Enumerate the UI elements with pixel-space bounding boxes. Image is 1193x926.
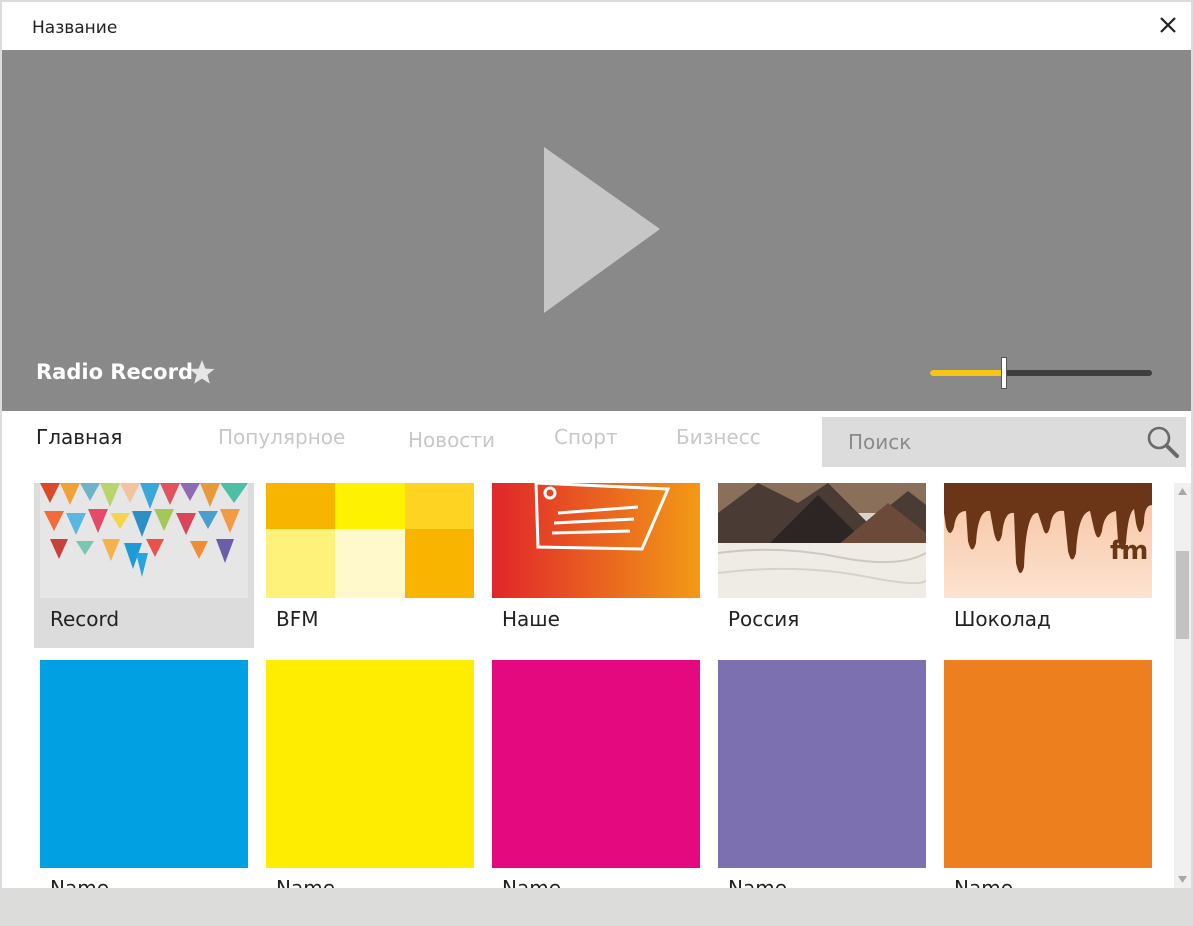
station-color-tile xyxy=(718,660,926,868)
search-box xyxy=(822,417,1186,467)
volume-slider[interactable] xyxy=(930,355,1152,389)
scrollbar-thumb[interactable] xyxy=(1176,551,1189,639)
rossiya-cover-image xyxy=(718,483,926,598)
record-cover-image xyxy=(40,483,248,598)
station-label: Name xyxy=(502,876,562,888)
close-icon[interactable] xyxy=(1155,12,1181,38)
tab-news[interactable]: Новости xyxy=(408,428,495,452)
station-card-bfm[interactable]: BFM xyxy=(260,483,480,648)
volume-thumb[interactable] xyxy=(1001,357,1007,389)
stations-grid: Record BFM Наше Россия fm Шоколад Name N… xyxy=(2,483,1174,888)
station-card-record[interactable]: Record xyxy=(34,483,254,648)
station-color-tile xyxy=(266,660,474,868)
station-card-rossiya[interactable]: Россия xyxy=(712,483,932,648)
app-window: Название Radio Record Главная Популярное… xyxy=(0,0,1193,926)
station-label: Name xyxy=(276,876,336,888)
station-label: Name xyxy=(954,876,1014,888)
station-card-2[interactable]: Name xyxy=(260,660,480,888)
search-icon[interactable] xyxy=(1146,425,1180,459)
vertical-scrollbar[interactable] xyxy=(1174,483,1191,888)
favorite-star-icon[interactable] xyxy=(188,358,216,386)
player-panel: Radio Record xyxy=(2,50,1191,411)
tab-home[interactable]: Главная xyxy=(36,425,122,449)
tab-business[interactable]: Бизнесс xyxy=(676,425,761,449)
nashe-cover-image xyxy=(492,483,700,598)
station-label: BFM xyxy=(276,607,319,631)
play-icon[interactable] xyxy=(542,145,662,315)
station-color-tile xyxy=(944,660,1152,868)
station-label: Record xyxy=(50,607,120,631)
station-card-3[interactable]: Name xyxy=(486,660,706,888)
station-card-4[interactable]: Name xyxy=(712,660,932,888)
station-card-nashe[interactable]: Наше xyxy=(486,483,706,648)
station-card-shokolad[interactable]: fm Шоколад xyxy=(938,483,1158,648)
station-label: Наше xyxy=(502,607,560,631)
category-tabs: Главная Популярное Новости Спорт Бизнесс xyxy=(2,411,1191,483)
status-bar xyxy=(2,888,1191,924)
tab-sport[interactable]: Спорт xyxy=(554,425,618,449)
scroll-up-arrow-icon[interactable] xyxy=(1177,486,1188,497)
bfm-cover-image xyxy=(266,483,474,598)
station-label: Name xyxy=(728,876,788,888)
station-label: Шоколад xyxy=(954,607,1051,631)
shokolad-fm-text: fm xyxy=(1110,536,1148,566)
station-label: Россия xyxy=(728,607,800,631)
window-title: Название xyxy=(32,18,118,38)
shokolad-cover-image: fm xyxy=(944,483,1152,598)
current-station-name: Radio Record xyxy=(36,360,193,384)
station-card-1[interactable]: Name xyxy=(34,660,254,888)
tab-popular[interactable]: Популярное xyxy=(218,425,345,449)
scroll-down-arrow-icon[interactable] xyxy=(1177,874,1188,885)
volume-fill xyxy=(930,370,1003,376)
search-input[interactable] xyxy=(822,417,1132,467)
station-color-tile xyxy=(492,660,700,868)
station-card-5[interactable]: Name xyxy=(938,660,1158,888)
station-color-tile xyxy=(40,660,248,868)
station-label: Name xyxy=(50,876,110,888)
title-bar: Название xyxy=(2,2,1191,50)
